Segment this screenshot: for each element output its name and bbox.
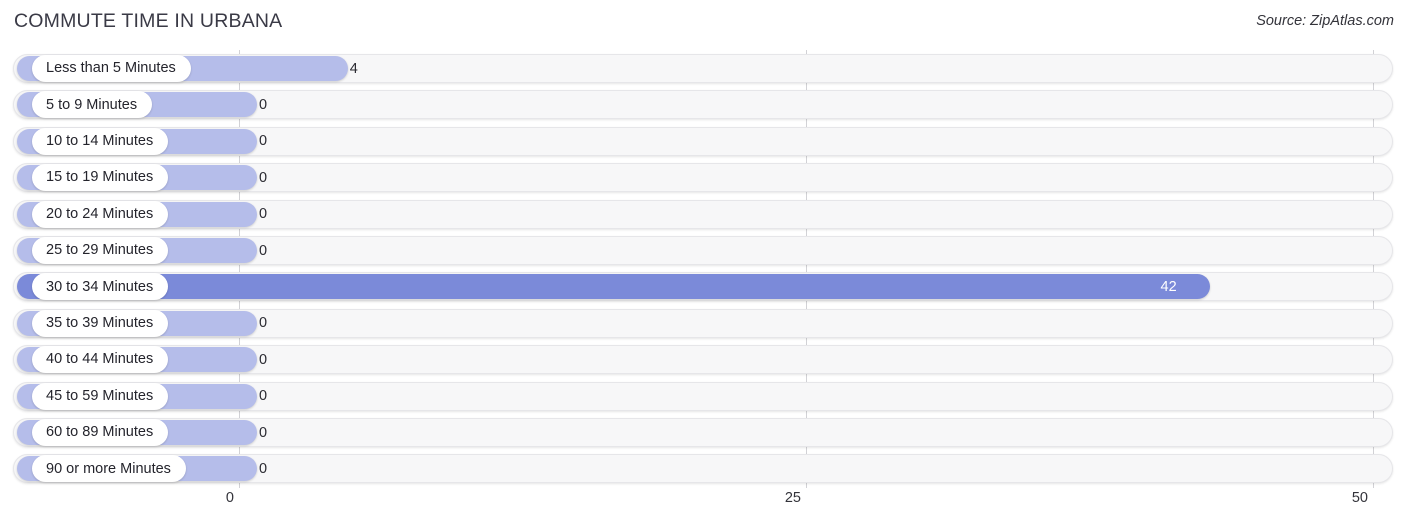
source-attribution: Source: ZipAtlas.com — [1256, 13, 1394, 29]
bar-value-label: 0 — [259, 351, 268, 368]
category-pill: 40 to 44 Minutes — [32, 346, 169, 374]
category-pill: 15 to 19 Minutes — [32, 164, 169, 192]
category-pill: 20 to 24 Minutes — [32, 200, 169, 228]
category-label: 90 or more Minutes — [46, 460, 171, 477]
plot-area: Less than 5 Minutes 4 5 to 9 Minutes 0 10 to… — [0, 50, 1406, 488]
bar-row[interactable]: 25 to 29 Minutes 0 — [13, 236, 1393, 265]
category-pill: 30 to 34 Minutes — [32, 273, 169, 301]
category-label: 35 to 39 Minutes — [46, 315, 154, 332]
commute-time-chart: COMMUTE TIME IN URBANA Source: ZipAtlas.… — [0, 0, 1406, 523]
category-pill: 35 to 39 Minutes — [32, 309, 169, 337]
x-tick-label: 50 — [1351, 490, 1368, 506]
category-label: 15 to 19 Minutes — [46, 169, 154, 186]
bar-row[interactable]: 15 to 19 Minutes 0 — [13, 163, 1393, 193]
category-label: 45 to 59 Minutes — [46, 387, 154, 404]
bar-value-label: 0 — [259, 169, 268, 186]
bar-row[interactable]: 45 to 59 Minutes 0 — [13, 381, 1393, 411]
x-axis: 0 25 50 — [0, 488, 1406, 523]
category-label: 5 to 9 Minutes — [46, 96, 138, 113]
bar-row[interactable]: 30 to 34 Minutes 42 — [13, 272, 1393, 302]
bar-value-label: 0 — [259, 133, 268, 150]
category-pill: Less than 5 Minutes — [32, 55, 191, 82]
bar-value-label: 42 — [1160, 278, 1177, 295]
category-label: 10 to 14 Minutes — [46, 133, 154, 150]
bar-value-label: 0 — [259, 206, 268, 223]
category-pill: 45 to 59 Minutes — [32, 382, 169, 410]
bar — [17, 274, 1210, 300]
page-title: COMMUTE TIME IN URBANA — [14, 10, 283, 32]
category-label: 25 to 29 Minutes — [46, 242, 154, 259]
bar-row[interactable]: 20 to 24 Minutes 0 — [13, 199, 1393, 229]
bar-value-label: 0 — [259, 388, 268, 405]
bar-row[interactable]: 35 to 39 Minutes 0 — [13, 308, 1393, 338]
category-pill: 60 to 89 Minutes — [32, 419, 169, 446]
x-tick-label: 0 — [225, 490, 234, 506]
category-label: 60 to 89 Minutes — [46, 424, 154, 441]
category-label: Less than 5 Minutes — [46, 60, 176, 77]
bar-row[interactable]: 60 to 89 Minutes 0 — [13, 418, 1393, 447]
bar-row[interactable]: Less than 5 Minutes 4 — [13, 54, 1393, 83]
bar-row[interactable]: 5 to 9 Minutes 0 — [13, 90, 1393, 120]
category-label: 20 to 24 Minutes — [46, 205, 154, 222]
category-pill: 90 or more Minutes — [32, 455, 186, 483]
category-pill: 10 to 14 Minutes — [32, 127, 169, 155]
category-pill: 5 to 9 Minutes — [32, 91, 153, 119]
bar-value-label: 0 — [259, 424, 268, 441]
bar-value-label: 0 — [259, 315, 268, 332]
bar-row[interactable]: 40 to 44 Minutes 0 — [13, 345, 1393, 375]
category-label: 40 to 44 Minutes — [46, 351, 154, 368]
bar-row[interactable]: 10 to 14 Minutes 0 — [13, 126, 1393, 156]
bar-value-label: 0 — [259, 460, 268, 477]
x-tick-label: 25 — [784, 490, 801, 506]
bar-value-label: 0 — [259, 96, 268, 113]
category-label: 30 to 34 Minutes — [46, 278, 154, 295]
bar-value-label: 0 — [259, 242, 268, 259]
bar-row[interactable]: 90 or more Minutes 0 — [13, 454, 1393, 484]
category-pill: 25 to 29 Minutes — [32, 237, 169, 264]
bar-value-label: 4 — [349, 60, 358, 77]
